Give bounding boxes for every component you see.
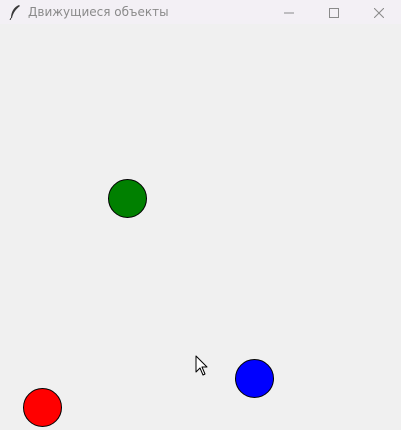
feather-icon bbox=[8, 4, 22, 21]
minimize-icon bbox=[284, 3, 294, 22]
maximize-button[interactable] bbox=[311, 0, 357, 24]
red-ball bbox=[23, 388, 62, 427]
title-bar[interactable]: Движущиеся объекты bbox=[0, 0, 401, 24]
blue-ball bbox=[235, 359, 274, 398]
maximize-icon bbox=[329, 3, 339, 22]
app-window: Движущиеся объекты bbox=[0, 0, 401, 430]
window-title: Движущиеся объекты bbox=[28, 5, 169, 19]
minimize-button[interactable] bbox=[266, 0, 312, 24]
green-ball bbox=[108, 179, 147, 218]
close-icon bbox=[373, 3, 385, 22]
close-button[interactable] bbox=[356, 0, 401, 24]
mouse-pointer-icon bbox=[195, 355, 209, 377]
